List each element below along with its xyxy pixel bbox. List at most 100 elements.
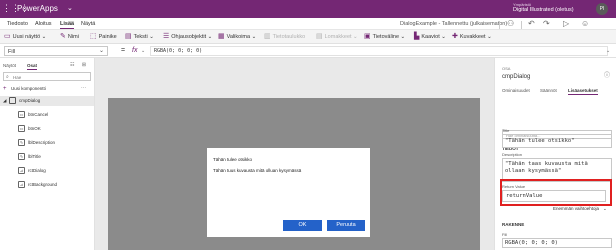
tab-screens[interactable]: Näytöt: [3, 62, 16, 69]
new-component-button[interactable]: + Uusi komponentti ···: [3, 85, 91, 93]
dialog-title: Tähän tulee otsikko: [213, 157, 253, 162]
charts-button[interactable]: ▙ Kaaviot ⌄: [414, 33, 446, 41]
environment-name[interactable]: Digital Illustrated (oletus): [513, 7, 574, 14]
search-icon: ⌕: [6, 74, 9, 80]
tab-insert[interactable]: Lisää: [60, 20, 75, 29]
undo-icon[interactable]: ↶: [528, 18, 535, 30]
menu-tabs: Tiedosto Aloitus Lisää Näytä DialogExamp…: [0, 18, 616, 30]
waffle-grid-icon[interactable]: ⋮⋮⋮: [2, 3, 29, 14]
dialog-box[interactable]: Tähän tulee otsikko Tähän tuus kuvausta …: [207, 148, 370, 237]
section-heading-design: RAKENNE: [502, 222, 525, 227]
chart-icon: ▙: [414, 33, 420, 40]
media-icon: ▣: [364, 33, 371, 40]
component-label: cmpDialog: [19, 98, 41, 103]
play-icon[interactable]: ▷: [563, 18, 569, 30]
media-button[interactable]: ▣ Tietoväline ⌄: [364, 33, 405, 41]
label-label: Nimi: [67, 34, 79, 40]
gallery-button[interactable]: ▦ Valikoima ⌄: [218, 33, 256, 41]
tree-item-label: lblTitle: [28, 154, 41, 159]
tree-item-btncancel[interactable]: ▭ btnCancel: [18, 110, 88, 120]
data-table-label: Tietotaulukko: [272, 34, 306, 40]
cancel-button[interactable]: Peruuta: [327, 220, 365, 231]
divider: [499, 21, 500, 29]
tree-item-lbltitle[interactable]: ✎ lblTitle: [18, 152, 88, 162]
forms-button[interactable]: ▤ Lomakkeet ⌄: [316, 33, 358, 41]
tree-search-input[interactable]: ⌕ Hae: [3, 72, 91, 81]
app-checker-icon[interactable]: ⚇: [507, 18, 514, 30]
tab-rules[interactable]: Säännöt: [540, 88, 557, 94]
new-screen-button[interactable]: ▭ Uusi näyttö ⌄: [4, 33, 46, 41]
title-bar: ⋮⋮⋮ PowerApps ⌄ Ympäristö Digital Illust…: [0, 0, 616, 18]
tree-view-icons[interactable]: ☷ ⊞: [70, 62, 89, 69]
tree-item-label: rctBackground: [28, 182, 58, 187]
icons-label: Kuvakkeet: [459, 34, 486, 40]
tab-view[interactable]: Näytä: [81, 20, 95, 28]
button-control-icon: ▭: [18, 125, 25, 132]
divider: [521, 21, 522, 29]
search-placeholder: Hae: [13, 75, 22, 80]
tab-advanced[interactable]: Lisäasetukset: [568, 88, 598, 95]
label-button[interactable]: ✎ Nimi: [60, 33, 79, 41]
ribbon-toolbar: ▭ Uusi näyttö ⌄ ✎ Nimi ⬚ Painike ▤ Teksti ⌄ …: [0, 30, 616, 44]
icons-button[interactable]: ✚ Kuvakkeet ⌄: [452, 33, 492, 41]
fill-value-field[interactable]: RGBA(0; 0; 0; 0): [502, 238, 612, 248]
tree-item-rctbackground[interactable]: ⊿ rctBackground: [18, 180, 88, 190]
avatar[interactable]: PI: [596, 3, 608, 15]
formula-input[interactable]: RGBA(0; 0; 0; 0): [150, 46, 608, 56]
tree-view-panel: Näytöt Osat ☷ ⊞ ⌕ Hae + Uusi komponentti…: [0, 58, 95, 250]
tab-file[interactable]: Tiedosto: [7, 20, 28, 28]
gallery-icon: ▦: [218, 33, 225, 40]
chevron-down-icon[interactable]: ⌄: [141, 47, 145, 55]
text-button[interactable]: ▤ Teksti ⌄: [125, 33, 154, 41]
return-value-label: Return Value: [502, 184, 526, 189]
tree-item-rctdialog[interactable]: ⊿ rctDialog: [18, 166, 88, 176]
expand-formula-icon[interactable]: ⌄: [606, 47, 610, 55]
tab-properties[interactable]: Ominaisuudet: [502, 88, 530, 94]
description-label: Description: [502, 152, 523, 157]
chevron-down-icon[interactable]: ⌄: [67, 4, 73, 14]
icons-icon: ✚: [452, 33, 458, 40]
tab-home[interactable]: Aloitus: [35, 20, 52, 28]
equals-sign: =: [121, 47, 126, 54]
tree-item-cmpdialog[interactable]: ◢ cmpDialog: [0, 96, 94, 106]
expand-icon[interactable]: ◢: [3, 97, 6, 105]
tree-item-btnok[interactable]: ▭ btnOK: [18, 124, 88, 134]
table-icon: ▥: [264, 33, 271, 40]
new-screen-icon: ▭: [4, 33, 11, 40]
button-control-icon: ▭: [18, 111, 25, 118]
label-control-icon: ✎: [18, 139, 25, 146]
chevron-down-icon: ⌄: [98, 48, 104, 54]
tree-item-lbldescription[interactable]: ✎ lblDescription: [18, 138, 88, 148]
button-icon: ⬚: [90, 33, 97, 40]
save-status: DialogExample - Tallennettu (julkaisemat…: [400, 21, 508, 27]
control-type-label: OSA: [502, 66, 511, 71]
plus-icon: +: [3, 86, 7, 92]
properties-panel: OSA cmpDialog ⓘ Ominaisuudet Säännöt Lis…: [494, 58, 616, 250]
more-icon[interactable]: ···: [81, 84, 86, 92]
fx-icon[interactable]: fx: [132, 46, 137, 55]
tree-item-label: lblDescription: [28, 140, 56, 145]
tab-components[interactable]: Osat: [27, 62, 38, 70]
formula-bar: Fill ⌄ = fx ⌄ RGBA(0; 0; 0; 0) ⌄: [0, 44, 616, 58]
more-options-link[interactable]: Enemmän vaihtoehtoja: [553, 206, 599, 212]
controls-button[interactable]: ☰ Ohjausobjektit ⌄: [163, 33, 212, 41]
return-value-field[interactable]: returnValue: [502, 190, 606, 202]
shape-control-icon: ⊿: [18, 167, 25, 174]
chevron-down-icon[interactable]: ⌄: [603, 206, 607, 212]
button-button[interactable]: ⬚ Painike: [90, 33, 117, 41]
media-label: Tietoväline: [372, 34, 400, 40]
tree-item-label: btnCancel: [28, 112, 49, 117]
new-component-label: Uusi komponentti: [11, 86, 46, 91]
title-value-field[interactable]: "Tähän tulee otsikko": [502, 134, 612, 148]
control-name[interactable]: cmpDialog: [502, 73, 530, 81]
new-screen-label: Uusi näyttö: [12, 34, 41, 40]
help-icon[interactable]: ⓘ: [604, 72, 610, 80]
user-icon[interactable]: ☺: [581, 18, 589, 30]
component-icon: [9, 97, 16, 104]
forms-label: Lomakkeet: [324, 34, 352, 40]
data-table-button[interactable]: ▥ Tietotaulukko: [264, 33, 305, 41]
property-dropdown[interactable]: Fill ⌄: [4, 46, 108, 56]
app-title[interactable]: PowerApps: [17, 4, 58, 14]
redo-icon[interactable]: ↷: [543, 18, 550, 30]
ok-button[interactable]: OK: [283, 220, 322, 231]
